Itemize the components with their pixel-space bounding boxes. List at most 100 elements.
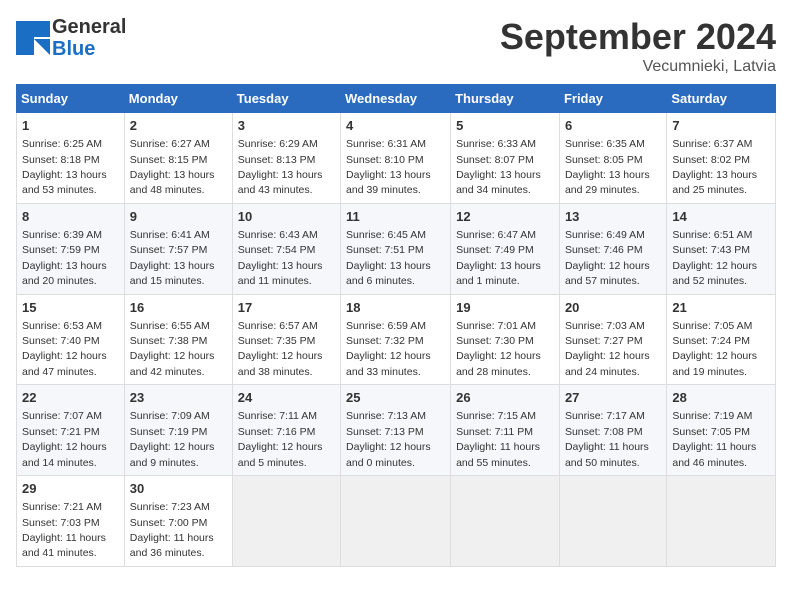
daylight-text: Daylight: 12 hours and 28 minutes. bbox=[456, 350, 541, 377]
sunrise-text: Sunrise: 6:39 AM bbox=[22, 229, 102, 241]
sunset-text: Sunset: 8:15 PM bbox=[130, 154, 208, 166]
daylight-text: Daylight: 12 hours and 47 minutes. bbox=[22, 350, 107, 377]
day-number: 26 bbox=[456, 389, 554, 407]
month-title: September 2024 bbox=[500, 16, 776, 58]
day-number: 14 bbox=[672, 208, 770, 226]
col-wednesday: Wednesday bbox=[341, 85, 451, 113]
sunrise-text: Sunrise: 7:07 AM bbox=[22, 410, 102, 422]
table-row: 5 Sunrise: 6:33 AM Sunset: 8:07 PM Dayli… bbox=[451, 113, 560, 204]
sunrise-text: Sunrise: 7:05 AM bbox=[672, 320, 752, 332]
sunset-text: Sunset: 7:46 PM bbox=[565, 244, 643, 256]
day-number: 4 bbox=[346, 117, 445, 135]
day-number: 7 bbox=[672, 117, 770, 135]
table-row: 14 Sunrise: 6:51 AM Sunset: 7:43 PM Dayl… bbox=[667, 203, 776, 294]
calendar-week-row: 22 Sunrise: 7:07 AM Sunset: 7:21 PM Dayl… bbox=[17, 385, 776, 476]
sunrise-text: Sunrise: 6:45 AM bbox=[346, 229, 426, 241]
day-number: 17 bbox=[238, 299, 335, 317]
table-row: 7 Sunrise: 6:37 AM Sunset: 8:02 PM Dayli… bbox=[667, 113, 776, 204]
daylight-text: Daylight: 13 hours and 48 minutes. bbox=[130, 169, 215, 196]
sunset-text: Sunset: 7:19 PM bbox=[130, 426, 208, 438]
col-thursday: Thursday bbox=[451, 85, 560, 113]
table-row bbox=[341, 476, 451, 567]
calendar-table: Sunday Monday Tuesday Wednesday Thursday… bbox=[16, 84, 776, 567]
sunrise-text: Sunrise: 6:27 AM bbox=[130, 138, 210, 150]
day-number: 22 bbox=[22, 389, 119, 407]
sunrise-text: Sunrise: 6:59 AM bbox=[346, 320, 426, 332]
day-number: 12 bbox=[456, 208, 554, 226]
table-row bbox=[667, 476, 776, 567]
daylight-text: Daylight: 13 hours and 29 minutes. bbox=[565, 169, 650, 196]
daylight-text: Daylight: 12 hours and 42 minutes. bbox=[130, 350, 215, 377]
daylight-text: Daylight: 13 hours and 34 minutes. bbox=[456, 169, 541, 196]
day-number: 30 bbox=[130, 480, 227, 498]
daylight-text: Daylight: 12 hours and 52 minutes. bbox=[672, 260, 757, 287]
table-row: 24 Sunrise: 7:11 AM Sunset: 7:16 PM Dayl… bbox=[232, 385, 340, 476]
daylight-text: Daylight: 12 hours and 33 minutes. bbox=[346, 350, 431, 377]
sunrise-text: Sunrise: 7:21 AM bbox=[22, 501, 102, 513]
daylight-text: Daylight: 12 hours and 0 minutes. bbox=[346, 441, 431, 468]
sunrise-text: Sunrise: 6:43 AM bbox=[238, 229, 318, 241]
table-row: 3 Sunrise: 6:29 AM Sunset: 8:13 PM Dayli… bbox=[232, 113, 340, 204]
sunset-text: Sunset: 7:57 PM bbox=[130, 244, 208, 256]
daylight-text: Daylight: 11 hours and 36 minutes. bbox=[130, 532, 214, 559]
sunset-text: Sunset: 7:05 PM bbox=[672, 426, 750, 438]
sunset-text: Sunset: 8:10 PM bbox=[346, 154, 424, 166]
day-number: 9 bbox=[130, 208, 227, 226]
sunrise-text: Sunrise: 7:15 AM bbox=[456, 410, 536, 422]
calendar-week-row: 8 Sunrise: 6:39 AM Sunset: 7:59 PM Dayli… bbox=[17, 203, 776, 294]
table-row: 10 Sunrise: 6:43 AM Sunset: 7:54 PM Dayl… bbox=[232, 203, 340, 294]
sunrise-text: Sunrise: 6:29 AM bbox=[238, 138, 318, 150]
sunrise-text: Sunrise: 6:25 AM bbox=[22, 138, 102, 150]
sunrise-text: Sunrise: 7:09 AM bbox=[130, 410, 210, 422]
page-header: General Blue September 2024 Vecumnieki, … bbox=[16, 16, 776, 76]
daylight-text: Daylight: 12 hours and 57 minutes. bbox=[565, 260, 650, 287]
sunrise-text: Sunrise: 7:03 AM bbox=[565, 320, 645, 332]
sunset-text: Sunset: 7:11 PM bbox=[456, 426, 533, 438]
table-row: 4 Sunrise: 6:31 AM Sunset: 8:10 PM Dayli… bbox=[341, 113, 451, 204]
table-row bbox=[559, 476, 666, 567]
sunset-text: Sunset: 7:21 PM bbox=[22, 426, 100, 438]
day-number: 23 bbox=[130, 389, 227, 407]
table-row: 18 Sunrise: 6:59 AM Sunset: 7:32 PM Dayl… bbox=[341, 294, 451, 385]
logo-general-text: General bbox=[52, 16, 126, 38]
sunset-text: Sunset: 7:35 PM bbox=[238, 335, 316, 347]
table-row: 17 Sunrise: 6:57 AM Sunset: 7:35 PM Dayl… bbox=[232, 294, 340, 385]
sunset-text: Sunset: 7:30 PM bbox=[456, 335, 534, 347]
sunset-text: Sunset: 7:59 PM bbox=[22, 244, 100, 256]
day-number: 11 bbox=[346, 208, 445, 226]
day-number: 15 bbox=[22, 299, 119, 317]
day-number: 10 bbox=[238, 208, 335, 226]
logo: General Blue bbox=[16, 16, 126, 60]
day-number: 20 bbox=[565, 299, 661, 317]
sunrise-text: Sunrise: 7:19 AM bbox=[672, 410, 752, 422]
table-row: 30 Sunrise: 7:23 AM Sunset: 7:00 PM Dayl… bbox=[124, 476, 232, 567]
sunrise-text: Sunrise: 6:49 AM bbox=[565, 229, 645, 241]
day-number: 18 bbox=[346, 299, 445, 317]
table-row bbox=[232, 476, 340, 567]
sunrise-text: Sunrise: 7:11 AM bbox=[238, 410, 317, 422]
sunset-text: Sunset: 8:05 PM bbox=[565, 154, 643, 166]
day-number: 19 bbox=[456, 299, 554, 317]
sunset-text: Sunset: 8:18 PM bbox=[22, 154, 100, 166]
table-row: 16 Sunrise: 6:55 AM Sunset: 7:38 PM Dayl… bbox=[124, 294, 232, 385]
daylight-text: Daylight: 13 hours and 15 minutes. bbox=[130, 260, 215, 287]
sunrise-text: Sunrise: 7:23 AM bbox=[130, 501, 210, 513]
daylight-text: Daylight: 13 hours and 11 minutes. bbox=[238, 260, 323, 287]
table-row: 8 Sunrise: 6:39 AM Sunset: 7:59 PM Dayli… bbox=[17, 203, 125, 294]
day-number: 13 bbox=[565, 208, 661, 226]
day-number: 25 bbox=[346, 389, 445, 407]
sunset-text: Sunset: 8:13 PM bbox=[238, 154, 316, 166]
daylight-text: Daylight: 12 hours and 9 minutes. bbox=[130, 441, 215, 468]
table-row: 23 Sunrise: 7:09 AM Sunset: 7:19 PM Dayl… bbox=[124, 385, 232, 476]
table-row: 9 Sunrise: 6:41 AM Sunset: 7:57 PM Dayli… bbox=[124, 203, 232, 294]
sunrise-text: Sunrise: 6:51 AM bbox=[672, 229, 752, 241]
col-monday: Monday bbox=[124, 85, 232, 113]
sunrise-text: Sunrise: 6:41 AM bbox=[130, 229, 210, 241]
daylight-text: Daylight: 11 hours and 41 minutes. bbox=[22, 532, 106, 559]
calendar-week-row: 1 Sunrise: 6:25 AM Sunset: 8:18 PM Dayli… bbox=[17, 113, 776, 204]
sunrise-text: Sunrise: 6:37 AM bbox=[672, 138, 752, 150]
daylight-text: Daylight: 13 hours and 43 minutes. bbox=[238, 169, 323, 196]
table-row: 26 Sunrise: 7:15 AM Sunset: 7:11 PM Dayl… bbox=[451, 385, 560, 476]
daylight-text: Daylight: 12 hours and 38 minutes. bbox=[238, 350, 323, 377]
day-number: 2 bbox=[130, 117, 227, 135]
